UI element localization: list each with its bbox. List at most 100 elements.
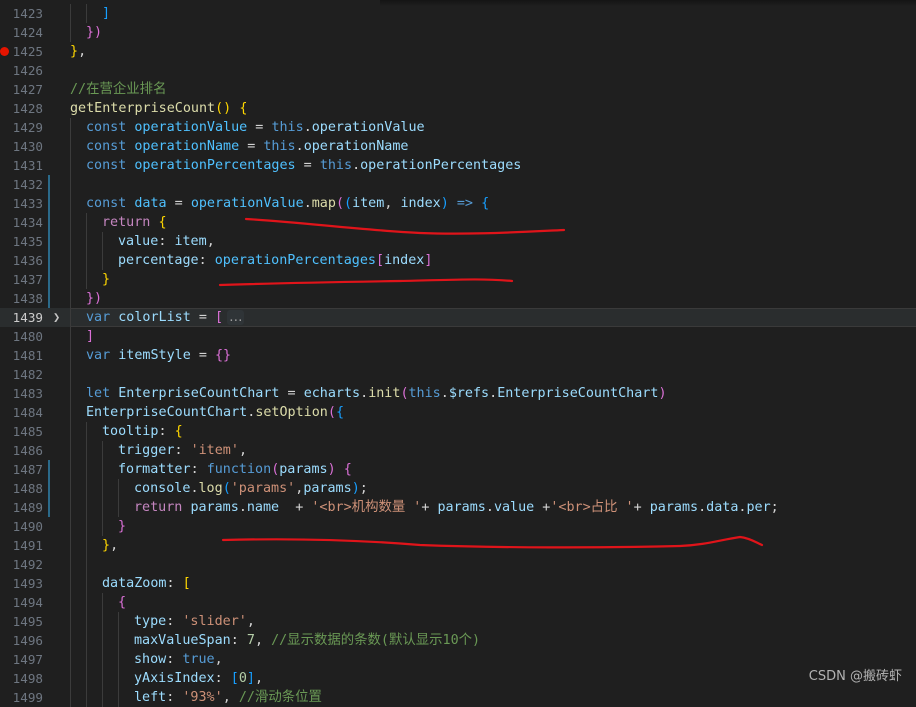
code-text[interactable]: const data = operationValue.map((item, i… <box>86 194 489 213</box>
code-line[interactable]: 1498 yAxisIndex: [0], <box>0 669 916 688</box>
code-line[interactable]: 1424}) <box>0 23 916 42</box>
code-text[interactable]: //在营企业排名 <box>70 80 166 99</box>
line-number[interactable]: 1485 <box>0 422 43 441</box>
code-text[interactable]: ] <box>102 4 110 23</box>
line-number[interactable]: 1432 <box>0 175 43 194</box>
code-line[interactable]: 1492 <box>0 555 916 574</box>
code-text[interactable]: { <box>118 593 126 612</box>
code-line[interactable]: 1435 value: item, <box>0 232 916 251</box>
code-line[interactable]: 1437} <box>0 270 916 289</box>
code-line[interactable]: 1493 dataZoom: [ <box>0 574 916 593</box>
line-number[interactable]: 1488 <box>0 479 43 498</box>
code-text[interactable]: }) <box>86 23 102 42</box>
code-text[interactable]: trigger: 'item', <box>118 441 247 460</box>
line-number[interactable]: 1493 <box>0 574 43 593</box>
code-line[interactable]: 1432 <box>0 175 916 194</box>
code-line[interactable]: 1427 //在营企业排名 <box>0 80 916 99</box>
code-text[interactable]: yAxisIndex: [0], <box>134 669 263 688</box>
line-number[interactable]: 1423 <box>0 4 43 23</box>
line-number[interactable]: 1482 <box>0 365 43 384</box>
line-number[interactable]: 1496 <box>0 631 43 650</box>
code-line[interactable]: 1439 ❯ var colorList = [… <box>0 308 916 327</box>
code-line[interactable]: 1434 return { <box>0 213 916 232</box>
code-text[interactable]: } <box>118 517 126 536</box>
line-number[interactable]: 1487 <box>0 460 43 479</box>
line-number[interactable]: 1426 <box>0 61 43 80</box>
line-number[interactable]: 1484 <box>0 403 43 422</box>
code-text[interactable]: maxValueSpan: 7, //显示数据的条数(默认显示10个) <box>134 631 480 650</box>
code-text[interactable]: const operationName = this.operationName <box>86 137 409 156</box>
line-number[interactable]: 1433 <box>0 194 43 213</box>
folded-region-ellipsis[interactable]: … <box>227 310 245 325</box>
code-line[interactable]: 1428 getEnterpriseCount() { <box>0 99 916 118</box>
code-line[interactable]: 1425}, <box>0 42 916 61</box>
line-number[interactable]: 1427 <box>0 80 43 99</box>
line-number[interactable]: 1436 <box>0 251 43 270</box>
line-number[interactable]: 1480 <box>0 327 43 346</box>
line-number[interactable]: 1438 <box>0 289 43 308</box>
code-line[interactable]: 1488 console.log('params',params); <box>0 479 916 498</box>
code-text[interactable]: percentage: operationPercentages[index] <box>118 251 432 270</box>
line-number[interactable]: 1489 <box>0 498 43 517</box>
code-line[interactable]: 1484 EnterpriseCountChart.setOption({ <box>0 403 916 422</box>
code-text[interactable]: var itemStyle = {} <box>86 346 231 365</box>
code-text[interactable]: const operationPercentages = this.operat… <box>86 156 521 175</box>
code-line[interactable]: 1495 type: 'slider', <box>0 612 916 631</box>
code-line[interactable]: 1486 trigger: 'item', <box>0 441 916 460</box>
code-line[interactable]: 1487 formatter: function(params) { <box>0 460 916 479</box>
code-line[interactable]: 1480] <box>0 327 916 346</box>
code-text[interactable]: EnterpriseCountChart.setOption({ <box>86 403 344 422</box>
line-number[interactable]: 1425 <box>0 42 43 61</box>
code-line[interactable]: 1490} <box>0 517 916 536</box>
code-editor[interactable]: 1423] 1424}) 1425}, 1426 1427//在营企业排名 1428 get… <box>0 0 916 707</box>
code-text[interactable]: getEnterpriseCount() { <box>70 99 247 118</box>
line-number[interactable]: 1499 <box>0 688 43 707</box>
code-text[interactable]: const operationValue = this.operationVal… <box>86 118 425 137</box>
code-text[interactable]: tooltip: { <box>102 422 183 441</box>
code-line[interactable]: 1429 const operationValue = this.operatio… <box>0 118 916 137</box>
code-line[interactable]: 1430 const operationName = this.operation… <box>0 137 916 156</box>
code-text[interactable]: formatter: function(params) { <box>118 460 352 479</box>
code-line[interactable]: 1481 var itemStyle = {} <box>0 346 916 365</box>
code-text[interactable]: }, <box>102 536 118 555</box>
code-line[interactable]: 1494 { <box>0 593 916 612</box>
code-text[interactable]: return { <box>102 213 167 232</box>
code-text[interactable]: }) <box>86 289 102 308</box>
line-number[interactable]: 1434 <box>0 213 43 232</box>
code-text[interactable]: left: '93%', //滑动条位置 <box>134 688 322 707</box>
code-text[interactable]: }, <box>70 42 86 61</box>
line-number[interactable]: 1435 <box>0 232 43 251</box>
code-text[interactable]: console.log('params',params); <box>134 479 368 498</box>
line-number[interactable]: 1429 <box>0 118 43 137</box>
code-line[interactable]: 1423] <box>0 4 916 23</box>
line-number[interactable]: 1494 <box>0 593 43 612</box>
line-number[interactable]: 1481 <box>0 346 43 365</box>
code-line[interactable]: 1485 tooltip: { <box>0 422 916 441</box>
code-line[interactable]: 1497 show: true, <box>0 650 916 669</box>
line-number[interactable]: 1486 <box>0 441 43 460</box>
line-number[interactable]: 1498 <box>0 669 43 688</box>
code-text[interactable]: var colorList = [… <box>86 308 245 327</box>
code-line[interactable]: 1482 <box>0 365 916 384</box>
code-text[interactable]: show: true, <box>134 650 223 669</box>
line-number[interactable]: 1428 <box>0 99 43 118</box>
code-line[interactable]: 1489 return params.name + '<br>机构数量 '+ pa… <box>0 498 916 517</box>
code-text[interactable]: return params.name + '<br>机构数量 '+ params… <box>134 498 779 517</box>
code-line[interactable]: 1431 const operationPercentages = this.op… <box>0 156 916 175</box>
code-line[interactable]: 1499 left: '93%', //滑动条位置 <box>0 688 916 707</box>
code-text[interactable]: let EnterpriseCountChart = echarts.init(… <box>86 384 667 403</box>
code-line[interactable]: 1436 percentage: operationPercentages[ind… <box>0 251 916 270</box>
code-line[interactable]: 1426 <box>0 61 916 80</box>
code-line[interactable]: 1496 maxValueSpan: 7, //显示数据的条数(默认显示10个) <box>0 631 916 650</box>
code-line[interactable]: 1483 let EnterpriseCountChart = echarts.i… <box>0 384 916 403</box>
line-number[interactable]: 1483 <box>0 384 43 403</box>
code-text[interactable]: dataZoom: [ <box>102 574 191 593</box>
line-number[interactable]: 1491 <box>0 536 43 555</box>
chevron-right-icon[interactable]: ❯ <box>53 308 60 327</box>
line-number[interactable]: 1430 <box>0 137 43 156</box>
code-text[interactable]: ] <box>86 327 94 346</box>
code-line[interactable]: 1491}, <box>0 536 916 555</box>
line-number[interactable]: 1437 <box>0 270 43 289</box>
code-text[interactable]: value: item, <box>118 232 215 251</box>
code-line[interactable]: 1433 const data = operationValue.map((ite… <box>0 194 916 213</box>
